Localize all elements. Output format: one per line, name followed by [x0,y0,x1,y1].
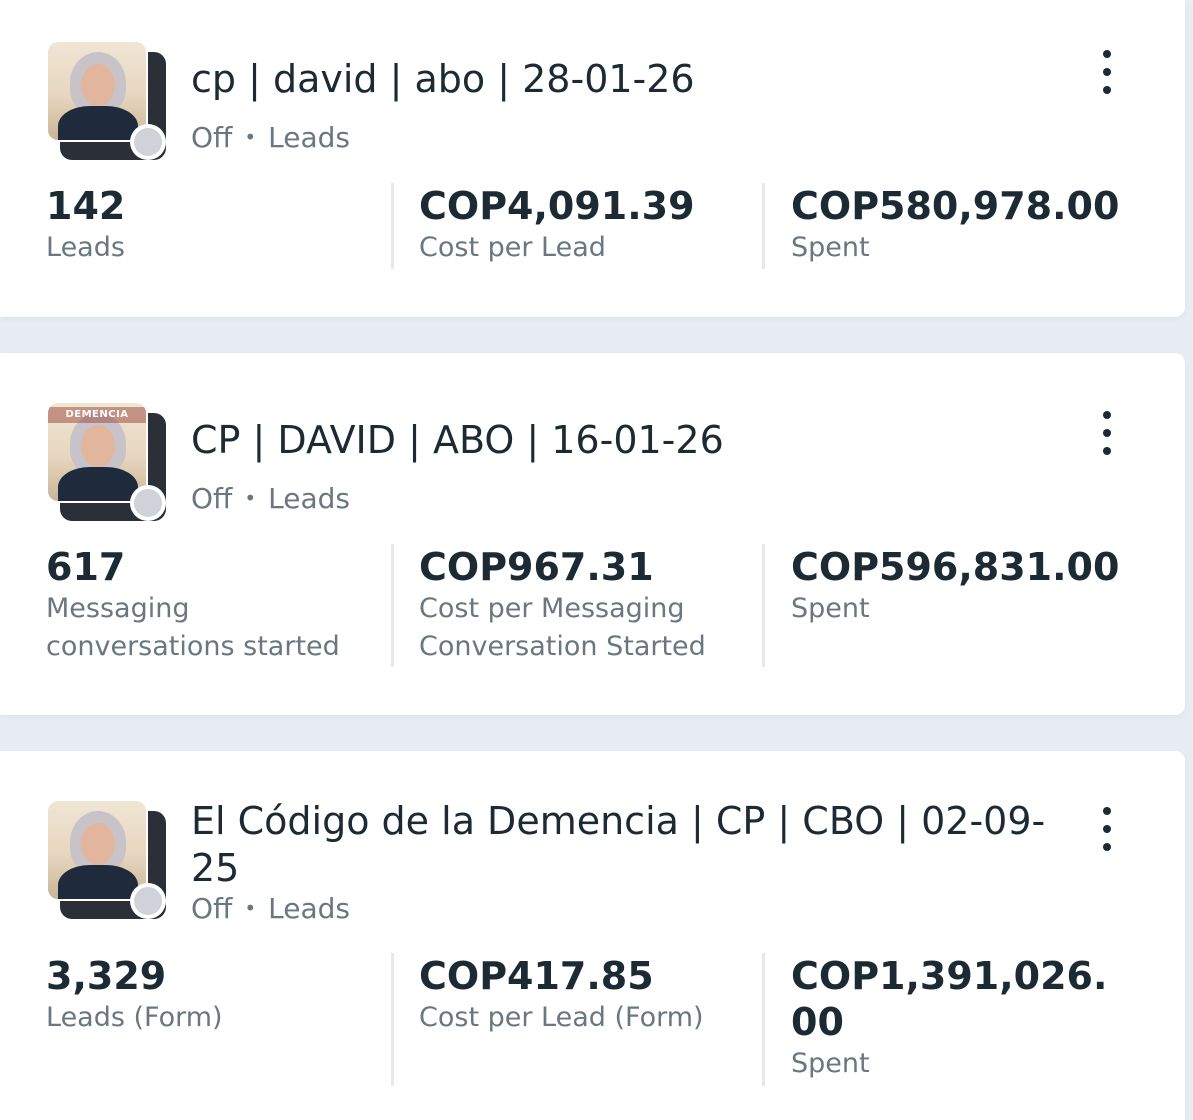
metric-spent: COP596,831.00 Spent [791,544,1131,628]
metric-value: COP4,091.39 [419,184,695,228]
metric-value: COP580,978.00 [791,184,1120,228]
campaign-card-3[interactable]: El Código de la Demencia | CP | CBO | 02… [0,751,1185,1120]
separator-dot-icon: • [244,125,257,149]
metric-results: 617 Messaging conversations started [46,544,376,666]
separator-dot-icon: • [244,486,257,510]
campaign-thumbnail: DEMENCIA [46,401,166,521]
metric-value: COP1,391,026.00 [791,954,1108,1044]
metric-label: Cost per Lead [419,232,606,263]
campaign-thumbnail [46,40,166,160]
campaign-status: Off [191,892,233,925]
campaign-objective: Leads [268,482,350,515]
metric-value: 142 [46,184,126,228]
status-off-dot-icon [130,124,166,160]
metric-spent: COP580,978.00 Spent [791,183,1131,267]
campaign-card-1[interactable]: cp | david | abo | 28-01-26 Off • Leads 14… [0,0,1185,317]
metric-results: 3,329 Leads (Form) [46,953,376,1037]
more-options-icon[interactable] [1092,411,1122,455]
metric-label: Cost per Lead (Form) [419,1002,704,1033]
campaign-status: Off [191,482,233,515]
metric-value: 3,329 [46,954,167,998]
metric-label: Leads (Form) [46,1002,223,1033]
metric-value: 617 [46,545,126,589]
metric-divider [391,953,394,1086]
metric-divider [762,544,765,667]
metric-divider [391,544,394,667]
campaign-title[interactable]: CP | DAVID | ABO | 16-01-26 [191,417,1051,464]
campaign-meta: Off • Leads [191,482,350,515]
metric-cost-per-result: COP967.31 Cost per Messaging Conversatio… [419,544,749,666]
metric-label: Spent [791,1048,870,1079]
metric-label: Leads [46,232,125,263]
campaign-meta: Off • Leads [191,892,350,925]
campaign-title[interactable]: El Código de la Demencia | CP | CBO | 02… [191,798,1051,892]
metric-cost-per-result: COP4,091.39 Cost per Lead [419,183,749,267]
campaign-card-2[interactable]: DEMENCIA CP | DAVID | ABO | 16-01-26 Off… [0,353,1185,715]
metric-divider [762,183,765,269]
metric-value: COP967.31 [419,545,654,589]
metric-value: COP417.85 [419,954,654,998]
campaign-objective: Leads [268,121,350,154]
metric-divider [391,183,394,269]
metric-value: COP596,831.00 [791,545,1120,589]
separator-dot-icon: • [244,896,257,920]
thumbnail-banner: DEMENCIA [48,407,146,423]
status-off-dot-icon [130,485,166,521]
more-options-icon[interactable] [1092,50,1122,94]
campaign-thumbnail [46,799,166,919]
campaign-objective: Leads [268,892,350,925]
campaign-status: Off [191,121,233,154]
metric-divider [762,953,765,1086]
metric-label: Spent [791,593,870,624]
metric-cost-per-result: COP417.85 Cost per Lead (Form) [419,953,749,1037]
campaign-meta: Off • Leads [191,121,350,154]
more-options-icon[interactable] [1092,807,1122,851]
campaign-title[interactable]: cp | david | abo | 28-01-26 [191,56,1051,103]
metric-label: Spent [791,232,870,263]
metric-label: Cost per Messaging Conversation Started [419,593,706,662]
metric-spent: COP1,391,026.00 Spent [791,953,1121,1083]
metric-label: Messaging conversations started [46,593,340,662]
metric-results: 142 Leads [46,183,376,267]
status-off-dot-icon [130,883,166,919]
